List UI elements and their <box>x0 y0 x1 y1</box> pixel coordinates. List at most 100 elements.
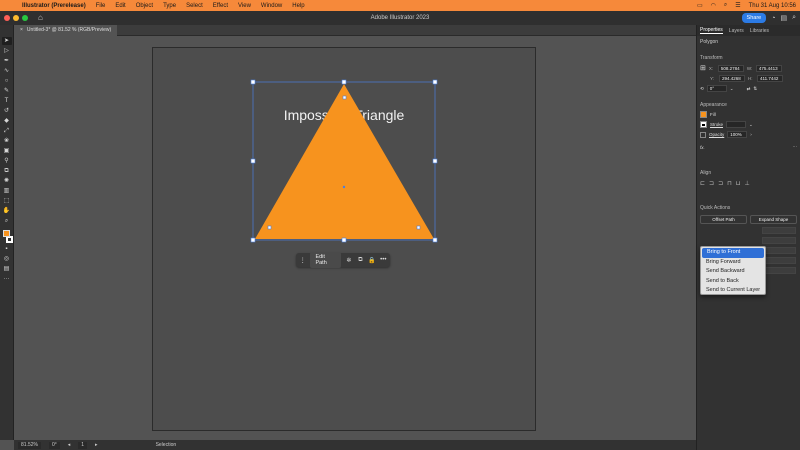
stroke-color-swatch[interactable] <box>5 236 13 243</box>
eyedropper-tool-icon[interactable]: ⚲ <box>2 157 12 165</box>
zoom-level-field[interactable]: 81.52% <box>18 441 41 449</box>
menu-item-bring-to-front[interactable]: Bring to Front <box>702 248 764 258</box>
minimize-window-button[interactable] <box>13 15 19 21</box>
tab-layers[interactable]: Layers <box>729 28 744 34</box>
warp-tool-icon[interactable]: ❀ <box>2 137 12 145</box>
appearance-fill-swatch[interactable] <box>700 111 707 118</box>
artboard-number-field[interactable]: 1 <box>78 441 88 449</box>
expand-shape-button[interactable]: Expand Shape <box>750 215 797 224</box>
draw-mode-icon[interactable]: ◎ <box>2 255 12 263</box>
selection-tool-icon[interactable]: ➤ <box>1 37 12 45</box>
menu-clock[interactable]: Thu 31 Aug 10:56 <box>749 3 796 9</box>
menu-type[interactable]: Type <box>163 3 176 9</box>
curvature-tool-icon[interactable]: ∿ <box>2 67 12 75</box>
duplicate-icon[interactable]: ⧉ <box>357 257 364 264</box>
next-artboard-icon[interactable]: ▸ <box>95 442 98 448</box>
menu-window[interactable]: Window <box>261 3 282 9</box>
menu-effect[interactable]: Effect <box>213 3 228 9</box>
edit-path-button[interactable]: Edit Path <box>310 252 342 268</box>
menu-object[interactable]: Object <box>136 3 153 9</box>
menu-app-name[interactable]: Illustrator (Prerelease) <box>22 3 86 9</box>
panel-button-5[interactable] <box>762 267 796 274</box>
pen-tool-icon[interactable]: ✒ <box>2 57 12 65</box>
more-options-icon[interactable]: ••• <box>380 257 387 263</box>
pencil-tool-icon[interactable]: ✎ <box>2 87 12 95</box>
close-tab-icon[interactable]: × <box>20 27 23 33</box>
menu-item-send-to-current-layer[interactable]: Send to Current Layer <box>701 286 765 296</box>
opacity-dropdown-icon[interactable]: › <box>750 132 752 137</box>
tab-properties[interactable]: Properties <box>700 27 723 34</box>
prev-artboard-icon[interactable]: ◂ <box>68 442 71 448</box>
align-hcenter-icon[interactable]: ⊐ <box>709 180 714 187</box>
handle-bottom-center[interactable] <box>341 237 347 243</box>
menu-help[interactable]: Help <box>292 3 304 9</box>
handle-top-right[interactable] <box>432 79 438 85</box>
opacity-icon[interactable] <box>700 131 706 138</box>
triangle-shape[interactable] <box>255 84 434 239</box>
menu-item-send-to-back[interactable]: Send to Back <box>701 277 765 287</box>
handle-left-anchor[interactable] <box>267 225 272 230</box>
tab-libraries[interactable]: Libraries <box>750 28 769 34</box>
rotate-tool-icon[interactable]: ↺ <box>2 107 12 115</box>
canvas-area[interactable]: Impossible Triangle <box>14 36 696 440</box>
handle-bottom-left[interactable] <box>250 237 256 243</box>
height-field[interactable]: 411.7442 <box>757 75 783 82</box>
blend-tool-icon[interactable]: ⧉ <box>2 167 12 175</box>
zoom-window-button[interactable] <box>22 15 28 21</box>
handle-middle-right[interactable] <box>432 158 438 164</box>
fx-button[interactable]: fx. <box>700 145 705 150</box>
zoom-tool-icon[interactable]: ⌕ <box>2 217 12 225</box>
handle-top-center[interactable] <box>341 79 347 85</box>
menu-file[interactable]: File <box>96 3 106 9</box>
eraser-tool-icon[interactable]: ◆ <box>2 117 12 125</box>
rotation-field[interactable]: 0° <box>48 441 60 449</box>
x-field[interactable]: 508.2784 <box>717 64 744 72</box>
hand-tool-icon[interactable]: ✋ <box>2 207 12 215</box>
handle-bottom-right[interactable] <box>432 237 438 243</box>
align-top-icon[interactable]: ⊓ <box>727 180 732 187</box>
learn-icon[interactable]: ◔ <box>771 15 775 22</box>
fill-color-swatch[interactable] <box>3 230 10 237</box>
direct-selection-tool-icon[interactable]: ▷ <box>2 47 12 55</box>
workspace-icon[interactable]: ▤ <box>780 14 787 22</box>
align-bottom-icon[interactable]: ⊥ <box>744 180 749 187</box>
align-right-icon[interactable]: ⊐ <box>718 180 723 187</box>
flip-horizontal-icon[interactable]: ⇄ <box>747 86 751 92</box>
scale-tool-icon[interactable]: ⤢ <box>2 127 12 135</box>
align-vcenter-icon[interactable]: ⊔ <box>736 180 741 187</box>
graph-tool-icon[interactable]: ▥ <box>2 187 12 195</box>
menu-edit[interactable]: Edit <box>115 3 125 9</box>
ellipse-tool-icon[interactable]: ○ <box>2 77 12 85</box>
appearance-stroke-swatch[interactable] <box>700 121 707 128</box>
share-button[interactable]: Share <box>741 13 767 23</box>
search-icon[interactable]: ⌕ <box>724 2 727 9</box>
opacity-field[interactable]: 100% <box>727 131 748 138</box>
symbol-sprayer-tool-icon[interactable]: ✺ <box>2 177 12 185</box>
settings-icon[interactable]: ✲ <box>345 257 352 264</box>
offset-path-button[interactable]: Offset Path <box>700 215 747 224</box>
stroke-weight-field[interactable] <box>726 121 747 128</box>
width-field[interactable]: 475.4413 <box>755 64 782 72</box>
stroke-weight-dropdown-icon[interactable]: ⌄ <box>749 122 753 128</box>
home-icon[interactable]: ⌂ <box>38 13 48 23</box>
handle-right-anchor[interactable] <box>416 225 421 230</box>
wifi-icon[interactable]: ◠ <box>711 2 716 9</box>
more-tools-icon[interactable]: ··· <box>2 275 12 283</box>
panel-button-4[interactable] <box>762 257 796 264</box>
arrange-button[interactable] <box>762 227 796 234</box>
panel-button-3[interactable] <box>762 247 796 254</box>
artboard-tool-icon[interactable]: ⬚ <box>2 197 12 205</box>
control-center-icon[interactable]: ☰ <box>735 2 740 9</box>
close-window-button[interactable] <box>4 15 10 21</box>
free-transform-tool-icon[interactable]: ▣ <box>2 147 12 155</box>
menu-view[interactable]: View <box>238 3 251 9</box>
y-field[interactable]: 294.4268 <box>719 75 745 82</box>
color-mode-icon[interactable]: ▪ <box>2 245 12 253</box>
search-help-icon[interactable]: ⌕ <box>792 14 796 22</box>
handle-top-left[interactable] <box>250 79 256 85</box>
menu-select[interactable]: Select <box>186 3 203 9</box>
panel-button-2[interactable] <box>762 237 796 244</box>
handle-top-anchor[interactable] <box>342 95 347 100</box>
align-left-icon[interactable]: ⊏ <box>700 180 705 187</box>
angle-field[interactable]: 0° <box>706 85 727 92</box>
